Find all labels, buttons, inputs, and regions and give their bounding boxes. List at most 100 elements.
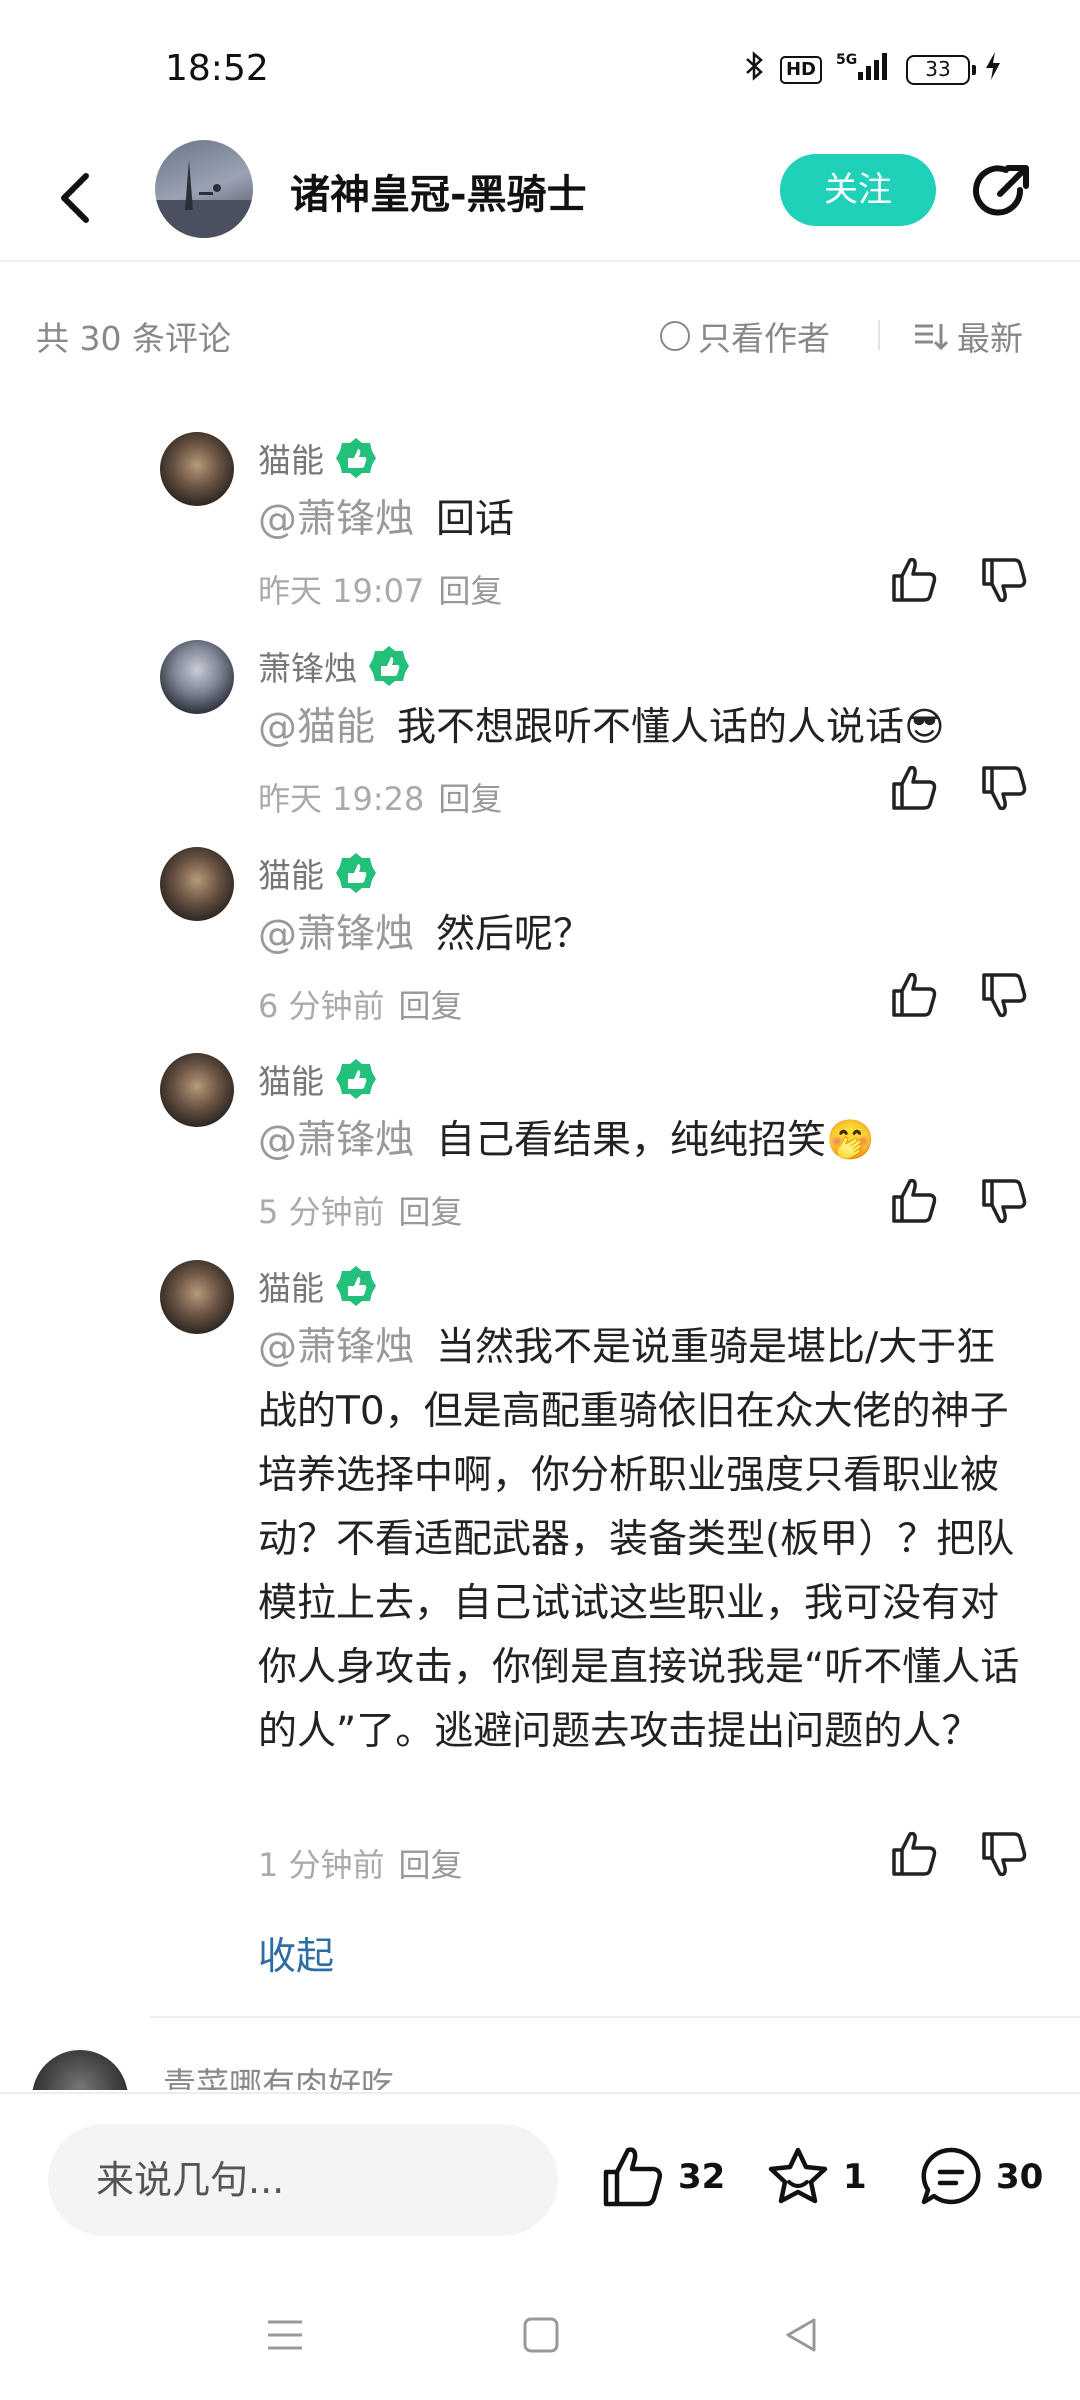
comment-filter-bar: 共 30 条评论 只看作者 最新 — [0, 300, 1080, 370]
author-name: 猫能 — [258, 1269, 324, 1308]
status-time: 18:52 — [165, 48, 269, 89]
thumbs-down-icon[interactable] — [978, 969, 1030, 1021]
sort-label: 最新 — [957, 319, 1023, 358]
back-button[interactable] — [48, 162, 108, 234]
favorite-button[interactable]: 1 — [765, 2144, 867, 2210]
filter-divider — [878, 320, 880, 350]
status-icons: HD 5G 33 — [744, 50, 1002, 89]
battery-icon: 33 — [906, 54, 976, 85]
thumbs-down-icon[interactable] — [978, 554, 1030, 606]
avatar[interactable] — [160, 847, 234, 921]
reply-button[interactable]: 回复 — [438, 780, 502, 818]
thumbs-up-icon[interactable] — [888, 554, 940, 606]
comment-time: 1 分钟前 — [258, 1846, 385, 1884]
comment-author[interactable]: 猫能 — [258, 1055, 378, 1103]
comment-time: 5 分钟前 — [258, 1193, 385, 1231]
comment-body: 回话 — [436, 497, 515, 542]
verified-badge-icon — [369, 646, 409, 686]
comment-author[interactable]: 猫能 — [258, 1262, 378, 1310]
like-count: 32 — [678, 2157, 726, 2197]
status-bar: 18:52 HD 5G 33 — [0, 0, 1080, 140]
comment-meta: 5 分钟前 回复 — [258, 1187, 463, 1233]
system-nav-bar — [0, 2272, 1080, 2400]
avatar[interactable] — [160, 432, 234, 506]
thumbs-up-icon[interactable] — [888, 762, 940, 814]
comment-text: @萧锋烛 然后呢？ — [258, 903, 1028, 967]
svg-text:5G: 5G — [836, 52, 857, 68]
author-name: 猫能 — [258, 1062, 324, 1101]
back-triangle-icon[interactable] — [778, 2312, 824, 2358]
author-avatar[interactable] — [155, 140, 253, 238]
star-icon — [768, 2147, 828, 2204]
comment-meta: 昨天 19:28 回复 — [258, 774, 502, 820]
comment-count: 共 30 条评论 — [36, 319, 231, 358]
verified-badge-icon — [336, 1059, 376, 1099]
avatar[interactable] — [160, 1053, 234, 1127]
verified-badge-icon — [336, 438, 376, 478]
comment-body: 然后呢？ — [436, 912, 593, 957]
next-comment-preview[interactable]: 青菜哪有肉好吃 — [0, 2040, 1080, 2090]
mention[interactable]: @萧锋烛 — [258, 912, 414, 957]
mention[interactable]: @萧锋烛 — [258, 1118, 414, 1163]
comment-author[interactable]: 猫能 — [258, 434, 378, 482]
thumbs-down-icon[interactable] — [978, 762, 1030, 814]
like-button[interactable]: 32 — [600, 2144, 725, 2210]
author-name: 猫能 — [258, 856, 324, 895]
avatar[interactable] — [160, 1260, 234, 1334]
mention[interactable]: @萧锋烛 — [258, 497, 414, 542]
comment-author[interactable]: 青菜哪有肉好吃 — [163, 2058, 394, 2090]
header: 诸神皇冠-黑骑士 关注 — [0, 140, 1080, 262]
thumbs-down-icon[interactable] — [978, 1828, 1030, 1880]
radio-circle-icon — [660, 321, 690, 351]
chevron-left-icon — [61, 173, 89, 223]
thumbs-up-icon[interactable] — [888, 1828, 940, 1880]
divider — [150, 2016, 1080, 2018]
comment-meta: 6 分钟前 回复 — [258, 981, 463, 1027]
comment-author[interactable]: 萧锋烛 — [258, 642, 411, 690]
charging-icon — [984, 50, 1002, 89]
share-button[interactable] — [970, 160, 1034, 224]
mention[interactable]: @萧锋烛 — [258, 1325, 414, 1370]
bluetooth-icon — [744, 50, 766, 89]
sort-icon — [915, 324, 949, 351]
avatar-image — [155, 160, 253, 238]
comment-meta: 昨天 19:07 回复 — [258, 566, 502, 612]
verified-badge-icon — [336, 1266, 376, 1306]
reply-button[interactable]: 回复 — [399, 1193, 463, 1231]
comment-author[interactable]: 猫能 — [258, 849, 378, 897]
home-square-icon[interactable] — [518, 2312, 564, 2358]
mention[interactable]: @猫能 — [258, 705, 375, 750]
thumbs-up-icon[interactable] — [888, 1175, 940, 1227]
comment-body: 当然我不是说重骑是堪比/大于狂战的T0，但是高配重骑依旧在众大佬的神子培养选择中… — [258, 1325, 1020, 1754]
avatar[interactable] — [160, 640, 234, 714]
thumbs-up-icon[interactable] — [888, 969, 940, 1021]
comment-time: 昨天 19:07 — [258, 572, 425, 610]
comment-input[interactable]: 来说几句... — [48, 2124, 558, 2236]
collapse-replies-link[interactable]: 收起 — [258, 1925, 334, 1980]
comment-meta: 1 分钟前 回复 — [258, 1840, 463, 1886]
comment-body: 自己看结果，纯纯招笑🤭 — [436, 1118, 875, 1163]
comment-count-badge: 30 — [996, 2157, 1044, 2197]
bottom-action-bar: 来说几句... 32 1 30 — [0, 2092, 1080, 2272]
verified-badge-icon — [336, 853, 376, 893]
follow-button[interactable]: 关注 — [780, 154, 936, 226]
reply-button[interactable]: 回复 — [399, 1846, 463, 1884]
reply-button[interactable]: 回复 — [438, 572, 502, 610]
thumbs-up-icon — [603, 2147, 663, 2207]
thumbs-down-icon[interactable] — [978, 1175, 1030, 1227]
comment-text: @猫能 我不想跟听不懂人话的人说话😎 — [258, 696, 1028, 760]
comment-button[interactable]: 30 — [918, 2144, 1043, 2210]
hd-icon: HD — [779, 55, 822, 84]
avatar[interactable] — [32, 2050, 128, 2090]
comment-text: @萧锋烛 自己看结果，纯纯招笑🤭 — [258, 1109, 1028, 1173]
author-name: 萧锋烛 — [258, 649, 357, 688]
sort-button[interactable]: 最新 — [913, 312, 1023, 360]
only-author-toggle[interactable]: 只看作者 — [660, 312, 830, 360]
comment-body: 我不想跟听不懂人话的人说话😎 — [397, 705, 945, 750]
comment-text: @萧锋烛 当然我不是说重骑是堪比/大于狂战的T0，但是高配重骑依旧在众大佬的神子培… — [258, 1316, 1028, 1764]
menu-icon[interactable] — [262, 2312, 308, 2358]
reply-button[interactable]: 回复 — [399, 987, 463, 1025]
page-title: 诸神皇冠-黑骑士 — [290, 172, 587, 218]
comment-text: @萧锋烛 回话 — [258, 488, 1028, 552]
share-icon — [973, 165, 1029, 216]
